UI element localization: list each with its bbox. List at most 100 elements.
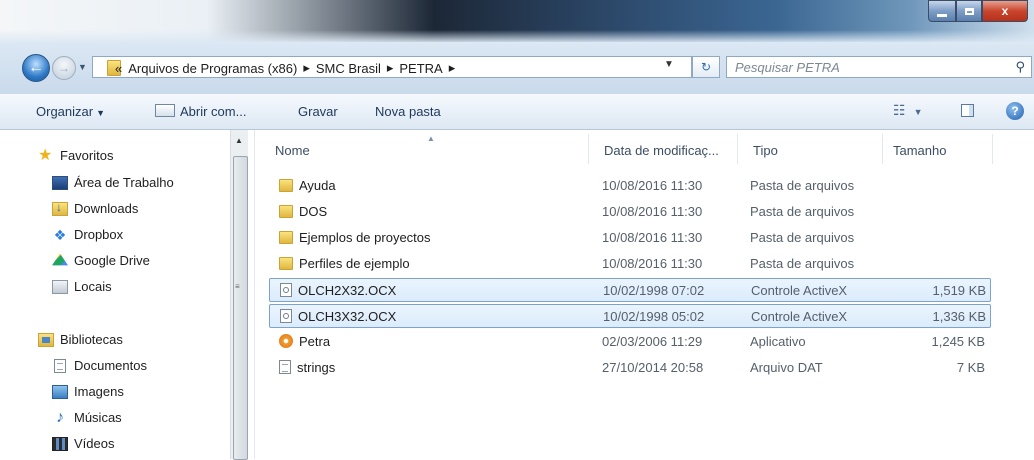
column-label: Tipo — [753, 143, 778, 158]
file-modified: 10/08/2016 11:30 — [602, 178, 703, 193]
refresh-button[interactable]: ↻ — [692, 56, 720, 78]
sidebar-item-imagens[interactable]: Imagens — [52, 384, 124, 399]
breadcrumb-item[interactable]: SMC Brasil — [313, 61, 384, 76]
preview-pane-icon[interactable] — [961, 104, 974, 117]
search-input[interactable]: Pesquisar PETRA ⚲ — [726, 56, 1032, 78]
breadcrumb-overflow[interactable]: « — [112, 61, 125, 76]
file-name-cell: strings — [279, 360, 335, 375]
open-with-button[interactable]: Abrir com... — [155, 104, 246, 119]
title-bar: x — [0, 0, 1034, 42]
file-type: Pasta de arquivos — [750, 178, 855, 193]
maximize-button[interactable] — [956, 0, 982, 22]
breadcrumb-item[interactable]: PETRA — [396, 61, 445, 76]
column-label: Nome — [275, 143, 310, 158]
breadcrumb-separator-icon[interactable]: ▸ — [300, 60, 313, 76]
activex-icon — [280, 309, 292, 323]
file-name-cell: Ayuda — [279, 178, 336, 193]
window-controls: x — [928, 0, 1028, 22]
file-type: Controle ActiveX — [751, 283, 848, 298]
scrollbar-thumb[interactable] — [233, 156, 248, 460]
file-list: Nome ▲ Data de modificaç... Tipo Tamanho… — [255, 130, 1034, 459]
pictures-icon — [52, 384, 68, 399]
window-icon — [155, 104, 175, 117]
recent-pages-dropdown[interactable]: ▼ — [78, 62, 87, 72]
sidebar-item-google-drive[interactable]: Google Drive — [52, 253, 150, 268]
sidebar-item-label: Área de Trabalho — [74, 175, 174, 190]
file-modified: 10/02/1998 05:02 — [603, 309, 705, 324]
sidebar-item-label: Dropbox — [74, 227, 124, 242]
view-options-icon: ☷ — [893, 102, 906, 118]
file-modified: 10/08/2016 11:30 — [602, 230, 703, 245]
address-bar-row: ← → ▼ « Arquivos de Programas (x86) ▸ SM… — [0, 42, 1034, 94]
file-name: OLCH2X32.OCX — [298, 283, 397, 298]
file-modified: 10/02/1998 07:02 — [603, 283, 705, 298]
file-name: Perfiles de ejemplo — [299, 256, 410, 271]
sidebar-item-locais[interactable]: Locais — [52, 279, 112, 294]
organize-label: Organizar — [36, 104, 94, 119]
column-header-modified[interactable]: Data de modificaç... — [589, 134, 738, 164]
open-with-label: Abrir com... — [180, 104, 247, 119]
file-row[interactable]: OLCH2X32.OCX 10/02/1998 07:02 Controle Act… — [269, 278, 991, 302]
column-header-size[interactable]: Tamanho — [883, 134, 993, 164]
dropbox-icon: ❖ — [53, 226, 67, 243]
file-name: Petra — [299, 334, 331, 349]
file-row[interactable]: DOS 10/08/2016 11:30 Pasta de arquivos — [269, 200, 991, 224]
activex-icon — [280, 283, 292, 297]
close-icon: x — [1001, 4, 1009, 18]
new-folder-label: Nova pasta — [375, 104, 441, 119]
file-name: Ejemplos de proyectos — [299, 230, 431, 245]
file-row[interactable]: Petra 02/03/2006 11:29 Aplicativo 1,245 KB — [269, 330, 991, 354]
breadcrumb-separator-icon[interactable]: ▸ — [384, 60, 397, 76]
sidebar-item-downloads[interactable]: Downloads — [52, 200, 139, 216]
back-button[interactable]: ← — [22, 54, 50, 82]
sidebar-item-label: Imagens — [74, 384, 124, 399]
sidebar-item-dropbox[interactable]: ❖ Dropbox — [52, 227, 123, 242]
breadcrumb-separator-icon[interactable]: ▸ — [446, 60, 459, 76]
column-header-name[interactable]: Nome ▲ — [255, 134, 589, 164]
search-icon[interactable]: ⚲ — [1015, 59, 1025, 75]
file-row[interactable]: Perfiles de ejemplo 10/08/2016 11:30 Pasta… — [269, 252, 991, 276]
sidebar-group-libraries[interactable]: Bibliotecas — [38, 332, 123, 347]
libraries-icon — [38, 332, 54, 347]
burn-button[interactable]: Gravar — [298, 104, 338, 119]
sidebar-item-documentos[interactable]: Documentos — [52, 358, 147, 373]
column-header-type[interactable]: Tipo — [738, 134, 883, 164]
sidebar-item-label: Downloads — [74, 201, 139, 216]
new-folder-button[interactable]: Nova pasta — [375, 104, 441, 119]
documents-icon — [54, 358, 66, 373]
file-name: Ayuda — [299, 178, 336, 193]
change-view-button[interactable]: ☷ ▼ — [893, 102, 922, 119]
sidebar-item-desktop[interactable]: Área de Trabalho — [52, 175, 174, 190]
file-icon — [279, 360, 291, 374]
navigation-scrollbar[interactable]: ▲ ≡ — [230, 130, 248, 460]
sidebar-group-label: Favoritos — [60, 148, 114, 163]
file-row[interactable]: strings 27/10/2014 20:58 Arquivo DAT 7 KB — [269, 356, 991, 380]
search-placeholder: Pesquisar PETRA — [735, 60, 840, 75]
minimize-button[interactable] — [928, 0, 956, 22]
scroll-grip-icon: ≡ — [235, 282, 240, 291]
organize-button[interactable]: Organizar ▼ — [36, 104, 105, 119]
file-type: Pasta de arquivos — [750, 256, 855, 271]
scroll-up-icon[interactable]: ▲ — [235, 136, 243, 145]
forward-arrow-icon: → — [58, 61, 70, 75]
navigation-pane: ★ Favoritos Área de Trabalho Downloads ❖ D… — [0, 130, 250, 459]
minimize-icon — [937, 13, 947, 17]
sidebar-item-musicas[interactable]: ♪ Músicas — [52, 409, 122, 425]
folder-icon — [279, 256, 293, 270]
file-row[interactable]: OLCH3X32.OCX 10/02/1998 05:02 Controle Act… — [269, 304, 991, 328]
file-type: Arquivo DAT — [750, 360, 823, 375]
file-name-cell: OLCH3X32.OCX — [280, 309, 396, 324]
maximize-icon — [964, 7, 974, 15]
column-label: Data de modificaç... — [604, 143, 719, 158]
close-button[interactable]: x — [982, 0, 1028, 22]
breadcrumb-item[interactable]: Arquivos de Programas (x86) — [125, 61, 300, 76]
sidebar-group-favorites[interactable]: ★ Favoritos — [38, 147, 114, 163]
file-row[interactable]: Ayuda 10/08/2016 11:30 Pasta de arquivos — [269, 174, 991, 198]
sidebar-item-videos[interactable]: Vídeos — [52, 436, 114, 451]
file-row[interactable]: Ejemplos de proyectos 10/08/2016 11:30 Pas… — [269, 226, 991, 250]
help-icon[interactable]: ? — [1006, 102, 1024, 120]
back-arrow-icon: ← — [28, 59, 44, 76]
address-dropdown-icon[interactable]: ▼ — [664, 59, 674, 70]
file-size: 1,519 KB — [932, 283, 987, 298]
forward-button[interactable]: → — [52, 56, 76, 80]
